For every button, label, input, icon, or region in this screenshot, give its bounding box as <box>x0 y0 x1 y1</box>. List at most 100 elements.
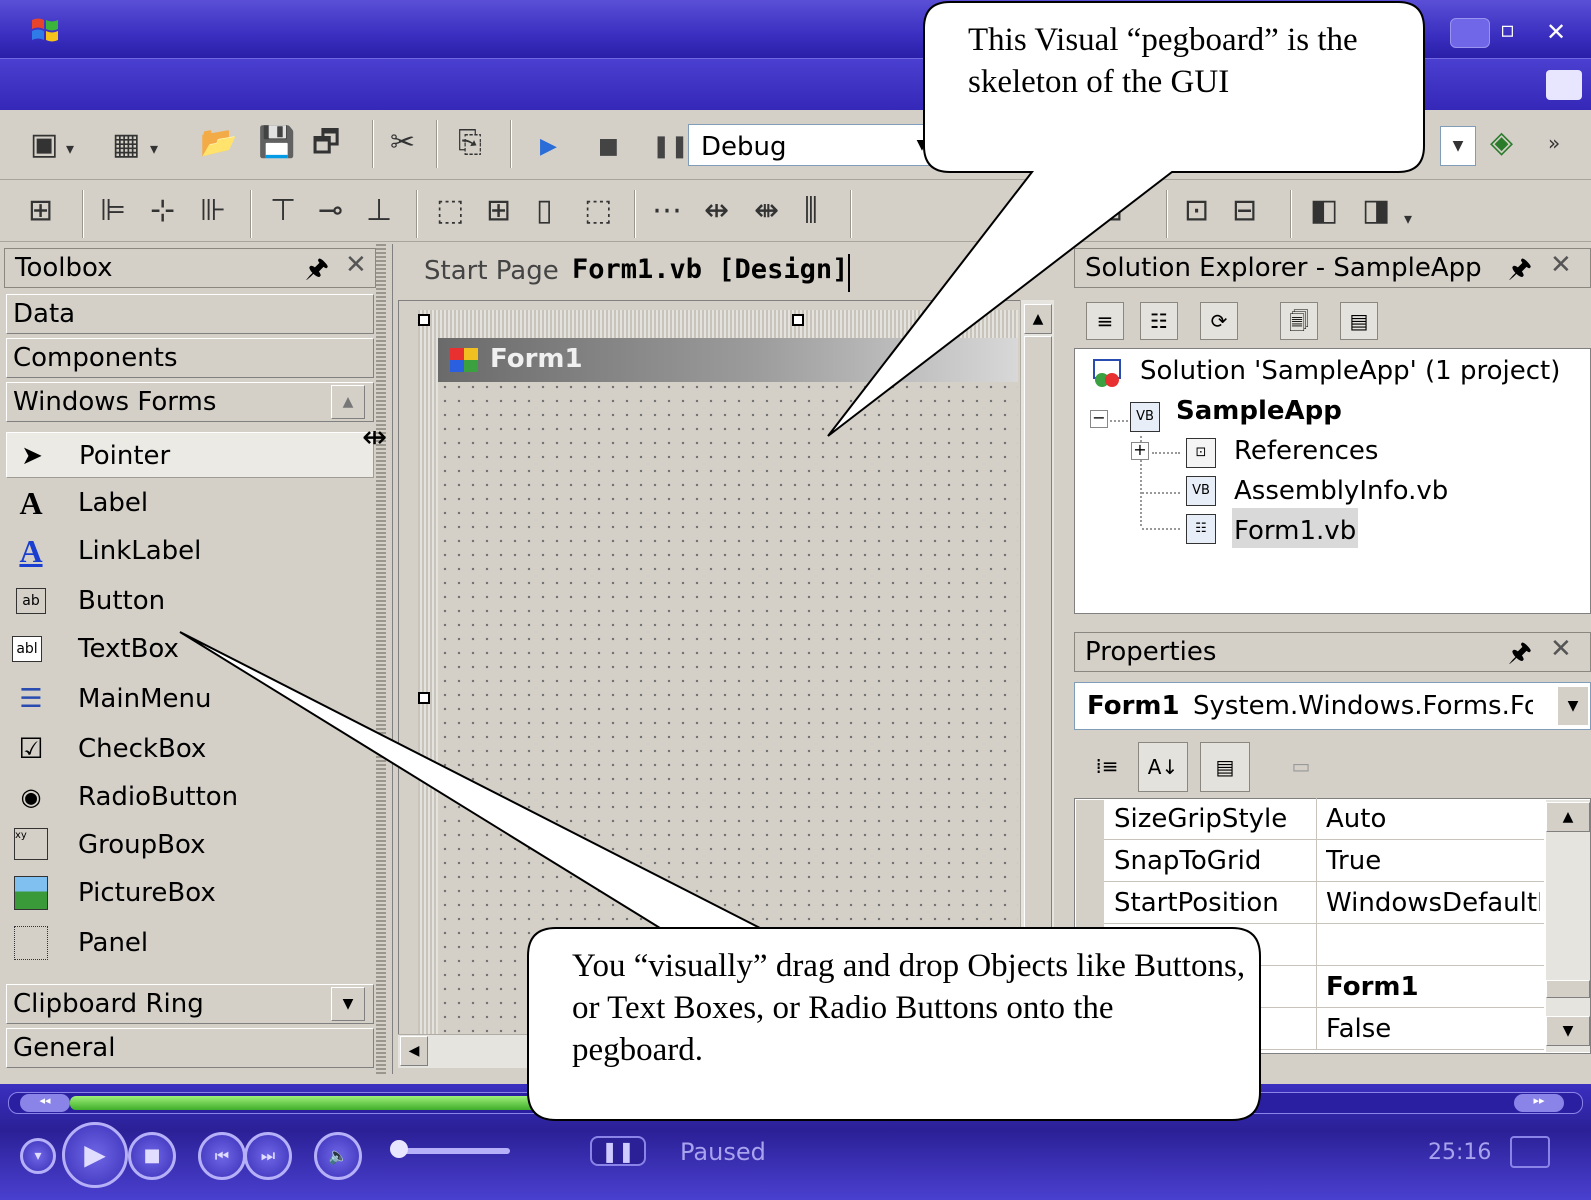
mute-icon[interactable]: 🔈 <box>314 1132 362 1180</box>
bring-to-front-icon[interactable]: ◧ <box>1310 196 1338 226</box>
scrollbar-thumb[interactable] <box>1546 980 1590 998</box>
volume-knob[interactable] <box>390 1140 408 1158</box>
scroll-up-icon[interactable]: ▲ <box>1546 802 1590 832</box>
refresh-icon[interactable]: ⟳ <box>1200 302 1238 340</box>
volume-slider[interactable] <box>392 1148 510 1154</box>
copy-icon[interactable]: ⎘ <box>458 128 482 158</box>
toolbox-item-linklabel[interactable]: A LinkLabel <box>6 528 374 574</box>
categorized-icon[interactable]: ⁞≡ <box>1082 742 1132 792</box>
switch-to-full-mode-icon[interactable] <box>1510 1136 1550 1168</box>
dropdown-arrow-icon[interactable]: ▾ <box>1404 204 1412 234</box>
send-to-back-icon[interactable]: ◨ <box>1362 196 1390 226</box>
tree-item-form1[interactable]: Form1.vb <box>1234 516 1356 546</box>
toolbox-tab-data[interactable]: Data <box>6 294 374 334</box>
toolbox-item-picturebox[interactable]: PictureBox <box>6 870 374 916</box>
view-designer-icon[interactable]: ☷ <box>1140 302 1178 340</box>
make-same-height-icon[interactable]: ▯ <box>536 196 553 226</box>
align-bottoms-icon[interactable]: ⊥ <box>366 196 392 226</box>
scroll-up-icon[interactable]: ▲ <box>331 385 365 419</box>
align-to-grid-icon[interactable]: ⊞ <box>28 196 53 226</box>
save-icon[interactable]: 💾 <box>258 128 295 158</box>
toolbox-tab-clipboard-ring[interactable]: Clipboard Ring ▼ <box>6 984 374 1024</box>
toolbox-item-label[interactable]: A Label <box>6 480 374 526</box>
form1-pegboard[interactable] <box>438 338 1018 1040</box>
toolbox-splitter[interactable] <box>376 244 386 1074</box>
toolbox-item-checkbox[interactable]: ☑ CheckBox <box>6 726 374 772</box>
scroll-down-icon[interactable]: ▼ <box>1546 1016 1590 1046</box>
align-centers-icon[interactable]: ⊹ <box>150 196 175 226</box>
remove-horizontal-spacing-icon[interactable]: ⫼ <box>804 196 818 226</box>
toolbox-item-button[interactable]: ab Button <box>6 578 374 624</box>
start-debug-icon[interactable]: ▶ <box>540 132 557 162</box>
stop-icon[interactable]: ■ <box>128 1132 176 1180</box>
dropdown-arrow-icon[interactable]: ▾ <box>66 134 74 164</box>
menu-icon[interactable]: ▾ <box>20 1138 56 1174</box>
toolbox-tab-general[interactable]: General <box>6 1028 374 1068</box>
chevron-down-icon[interactable]: ▼ <box>1440 126 1476 166</box>
toolbox-tab-windows-forms[interactable]: Windows Forms ▲ <box>6 382 374 422</box>
collapse-icon[interactable]: − <box>1090 410 1108 428</box>
toolbox-item-mainmenu[interactable]: ☰ MainMenu <box>6 676 374 722</box>
pin-icon[interactable]: 🖈 <box>305 250 329 294</box>
property-row[interactable]: StartPosition WindowsDefaultLocation <box>1104 882 1544 924</box>
tree-item-solution[interactable]: Solution 'SampleApp' (1 project) <box>1140 356 1560 386</box>
open-file-icon[interactable]: 📂 <box>200 128 237 158</box>
toolbox-item-pointer[interactable]: ➤ Pointer <box>6 432 374 478</box>
close-icon[interactable]: ✕ <box>1550 634 1572 664</box>
chevron-down-icon[interactable]: ▼ <box>1558 687 1588 725</box>
toolbar-overflow-icon[interactable]: » <box>1548 128 1560 158</box>
property-pages-icon[interactable]: ▭ <box>1276 742 1326 792</box>
new-project-icon[interactable]: ▣ <box>30 130 58 160</box>
scroll-left-icon[interactable]: ◀ <box>400 1036 428 1066</box>
close-icon[interactable]: ✕ <box>1018 256 1040 286</box>
menu-badge-icon[interactable] <box>1546 70 1582 100</box>
center-vertically-icon[interactable]: ⊟ <box>1098 196 1123 226</box>
align-middles-icon[interactable]: ⊸ <box>318 196 343 226</box>
pin-icon[interactable]: 🖈 <box>1508 634 1532 678</box>
pause-icon[interactable]: ❚❚ <box>590 1136 646 1166</box>
properties-icon[interactable]: ▤ <box>1340 302 1378 340</box>
add-item-icon[interactable]: ▦ <box>112 130 140 160</box>
make-same-size-icon[interactable]: ⬚ <box>584 196 612 226</box>
solution-configuration-dropdown[interactable]: Debug ▼ <box>688 124 938 166</box>
toolbox-tab-components[interactable]: Components <box>6 338 374 378</box>
property-row[interactable]: SizeGripStyle Auto <box>1104 798 1544 840</box>
toolbox-item-textbox[interactable]: abl TextBox <box>6 626 374 672</box>
tab-start-page[interactable]: Start Page <box>424 256 559 286</box>
play-icon[interactable]: ▶ <box>62 1122 128 1188</box>
pin-icon[interactable]: 🖈 <box>1508 250 1532 294</box>
center-vertically-form-icon[interactable]: ⊟ <box>1232 196 1257 226</box>
previous-icon[interactable]: ⏮ <box>198 1132 246 1180</box>
toolbox-item-panel[interactable]: Panel <box>6 920 374 966</box>
dropdown-arrow-icon[interactable]: ▾ <box>150 134 158 164</box>
solution-explorer-icon[interactable]: ◈ <box>1490 128 1513 158</box>
align-rights-icon[interactable]: ⊪ <box>200 196 226 226</box>
align-tops-icon[interactable]: ⊤ <box>270 196 296 226</box>
restore-button[interactable]: ▫ <box>1500 18 1540 48</box>
toolbox-item-groupbox[interactable]: xy GroupBox <box>6 822 374 868</box>
fast-forward-icon[interactable]: ▸▸ <box>1514 1094 1564 1112</box>
make-same-width-icon[interactable]: ⬚ <box>436 196 464 226</box>
toolbox-item-radiobutton[interactable]: ◉ RadioButton <box>6 774 374 820</box>
close-icon[interactable]: ✕ <box>345 250 367 280</box>
tab-form1-design[interactable]: Form1.vb [Design] <box>572 254 848 285</box>
center-horizontally-icon[interactable]: ⊡ <box>1184 196 1209 226</box>
resize-handle[interactable] <box>792 314 804 326</box>
horizontal-spacing-equal-icon[interactable]: ⋯ <box>652 196 682 226</box>
save-all-icon[interactable]: 🗗 <box>312 128 340 158</box>
stop-icon[interactable]: ■ <box>598 132 619 162</box>
scroll-down-icon[interactable]: ▼ <box>331 987 365 1021</box>
alphabetical-icon[interactable]: A↓ <box>1138 742 1188 792</box>
next-icon[interactable]: ⏭ <box>244 1132 292 1180</box>
expand-icon[interactable]: + <box>1131 442 1149 460</box>
object-selector-dropdown[interactable]: Form1 System.Windows.Forms.Form ▼ <box>1074 682 1591 730</box>
scrollbar-thumb[interactable] <box>1024 336 1052 936</box>
chevron-down-icon[interactable]: ▼ <box>909 127 935 163</box>
tree-item-assemblyinfo[interactable]: AssemblyInfo.vb <box>1234 476 1448 506</box>
align-lefts-icon[interactable]: ⊫ <box>100 196 126 226</box>
close-icon[interactable]: ✕ <box>1550 250 1572 280</box>
view-code-icon[interactable]: ≡ <box>1086 302 1124 340</box>
close-icon[interactable]: ✕ <box>1546 18 1586 48</box>
properties-scrollbar[interactable] <box>1546 800 1590 1052</box>
increase-horizontal-spacing-icon[interactable]: ⇹ <box>704 196 729 226</box>
